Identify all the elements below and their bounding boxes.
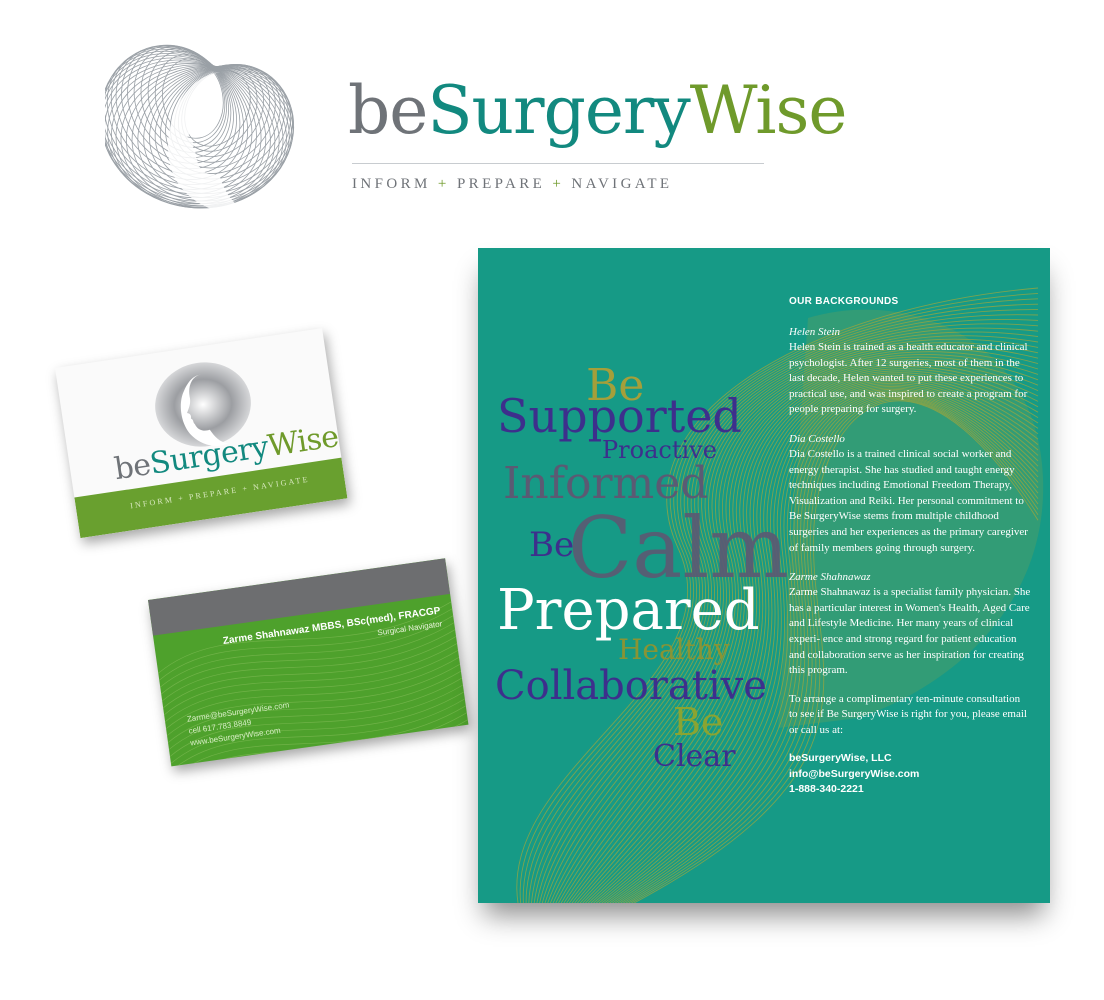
tag-plus: + bbox=[552, 176, 565, 192]
tag-plus: + bbox=[437, 176, 450, 192]
word-supported: Supported bbox=[497, 389, 742, 443]
logo-mark-head-icon bbox=[105, 44, 295, 213]
word-be-3: Be bbox=[673, 700, 724, 744]
company-name: beSurgeryWise, LLC bbox=[789, 752, 892, 765]
tag-prepare: PREPARE bbox=[456, 176, 546, 192]
tag-inform: INFORM bbox=[352, 176, 431, 192]
business-card-front: beSurgeryWise INFORM + PREPARE + NAVIGAT… bbox=[55, 328, 348, 539]
person-name-dia: Dia Costello bbox=[789, 432, 845, 445]
backgrounds-heading: OUR BACKGROUNDS bbox=[789, 296, 899, 307]
logo-word-surgery: Surgery bbox=[427, 72, 690, 149]
brochure-contact: beSurgeryWise, LLC info@beSurgeryWise.co… bbox=[789, 751, 1031, 798]
word-collaborative: Collaborative bbox=[495, 663, 767, 709]
card-word-wise: Wise bbox=[265, 419, 341, 465]
contact-email: info@beSurgeryWise.com bbox=[789, 767, 920, 780]
business-card-back: Zarme Shahnawaz MBBS, BSc(med), FRACGP S… bbox=[148, 558, 469, 767]
consultation-cta: To arrange a complimentary ten-minute co… bbox=[789, 692, 1027, 736]
logo-wordmark: beSurgeryWise bbox=[348, 78, 847, 144]
card-word-be: be bbox=[112, 447, 153, 488]
person-bio-dia: Dia Costello is a trained clinical socia… bbox=[789, 447, 1028, 554]
contact-phone: 1-888-340-2221 bbox=[789, 783, 864, 796]
brochure: Be Supported Proactive Informed Be Calm … bbox=[478, 248, 1050, 903]
person-name-helen: Helen Stein bbox=[789, 326, 841, 338]
tag-navigate: NAVIGATE bbox=[571, 176, 673, 192]
backgrounds-column: OUR BACKGROUNDS Helen Stein Helen Stein … bbox=[789, 296, 1031, 798]
logo-word-be: be bbox=[348, 72, 428, 149]
logo-divider bbox=[352, 163, 764, 164]
person-name-zarme: Zarme Shahnawaz bbox=[789, 571, 871, 584]
word-prepared: Prepared bbox=[497, 578, 760, 643]
person-bio-helen: Helen Stein is trained as a health educa… bbox=[789, 341, 1028, 416]
logo-word-wise: Wise bbox=[689, 72, 848, 149]
logo-tagline: INFORM + PREPARE + NAVIGATE bbox=[352, 176, 673, 193]
word-clear: Clear bbox=[653, 739, 736, 774]
word-healthy: Healthy bbox=[618, 633, 730, 666]
person-bio-zarme: Zarme Shahnawaz is a specialist family p… bbox=[789, 586, 1031, 677]
